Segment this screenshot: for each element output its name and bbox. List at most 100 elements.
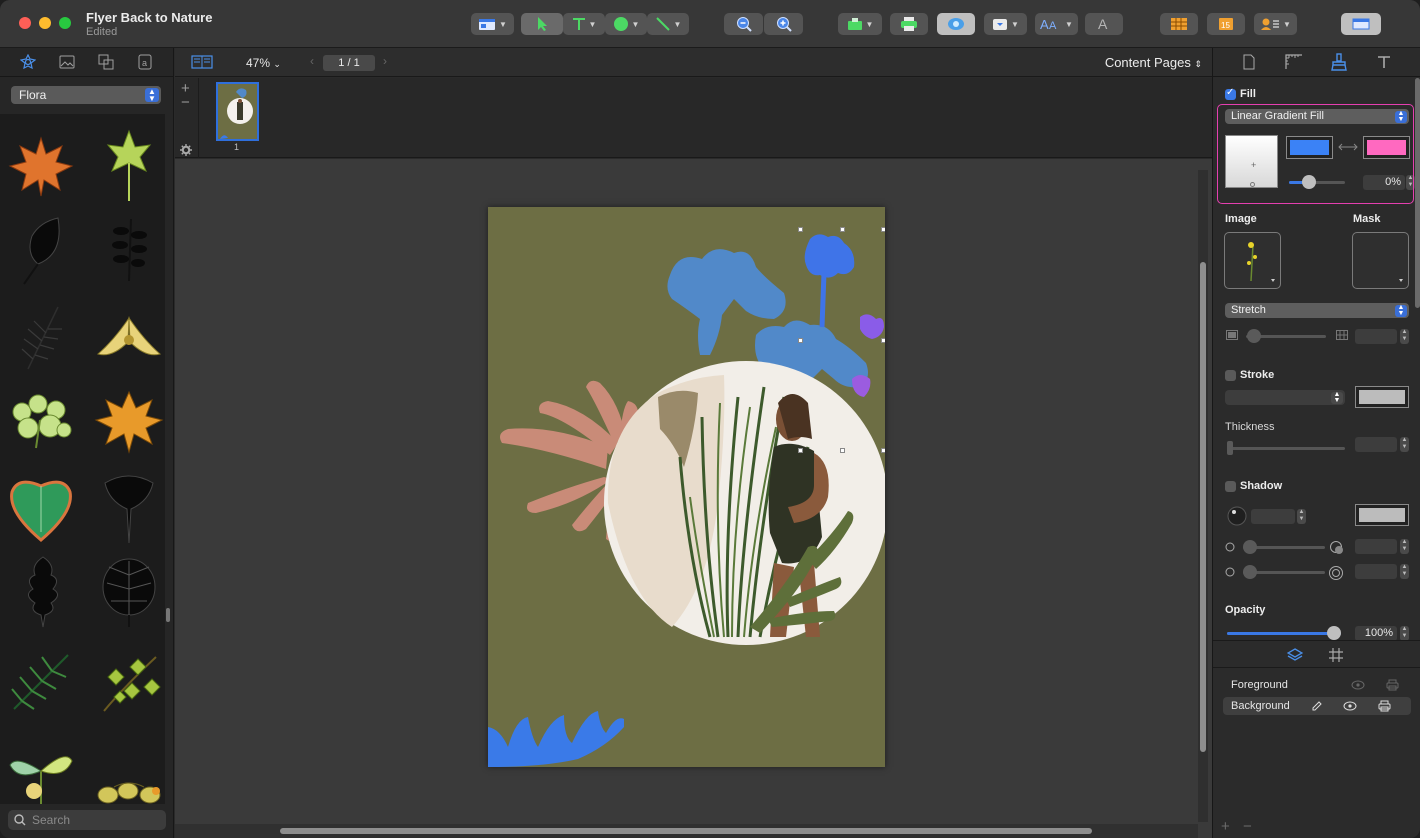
view-mode-button[interactable]: ▼ (471, 13, 514, 35)
shadow-angle-stepper[interactable]: ▲ ▼ (1297, 509, 1306, 524)
library-item-maple-leaf[interactable] (6, 128, 76, 204)
library-item-green-coral[interactable] (6, 384, 76, 460)
library-item-yellow-mix[interactable] (94, 732, 164, 804)
shadow-offset-stepper[interactable]: ▲ ▼ (1400, 539, 1409, 554)
visibility-eye-icon[interactable] (1351, 680, 1365, 690)
library-item-green-ivy[interactable] (94, 644, 164, 720)
image-scale-stepper[interactable]: ▲ ▼ (1400, 329, 1409, 344)
previous-page-button[interactable]: ‹ (310, 54, 314, 68)
library-item-dark-fern[interactable] (8, 300, 78, 376)
shadow-offset-field[interactable] (1355, 539, 1397, 554)
page-indicator[interactable]: 1 / 1 (323, 55, 375, 71)
shadow-offset-knob[interactable] (1243, 540, 1257, 554)
table-button[interactable] (1160, 13, 1198, 35)
printer-icon[interactable] (1378, 700, 1391, 712)
printer-icon[interactable] (1386, 679, 1399, 691)
grid-icon[interactable] (1328, 647, 1344, 663)
category-select[interactable]: Flora ▲ ▼ (11, 86, 161, 104)
image-mode-select[interactable]: Stretch ▲ ▼ (1225, 303, 1409, 318)
flora-tab[interactable] (19, 53, 37, 71)
selection-handle[interactable] (881, 227, 885, 232)
selection-handle[interactable] (798, 227, 803, 232)
calendar-button[interactable]: 15 (1207, 13, 1245, 35)
pencil-icon[interactable] (1311, 700, 1323, 712)
shadow-checkbox[interactable] (1225, 481, 1236, 492)
library-item-yellow-seed[interactable] (94, 300, 164, 376)
contacts-button[interactable]: ▼ (1254, 13, 1297, 35)
media-button[interactable]: ▼ (984, 13, 1027, 35)
library-item-orange-leaf[interactable] (94, 384, 164, 460)
mask-well[interactable] (1352, 232, 1409, 289)
thickness-stepper[interactable]: ▲ ▼ (1400, 437, 1409, 452)
library-item-black-fern[interactable] (94, 212, 164, 288)
opacity-field[interactable]: 100% (1355, 626, 1397, 641)
layout-inspector-tab[interactable] (1284, 52, 1304, 72)
text-tool-button[interactable]: ▼ (563, 13, 605, 35)
library-item-green-heart-leaf[interactable] (6, 470, 76, 546)
shadow-angle-dial-icon[interactable] (1227, 506, 1247, 526)
document-inspector-tab[interactable] (1239, 52, 1259, 72)
gear-icon[interactable] (180, 144, 192, 156)
remove-page-button[interactable]: − (181, 94, 190, 111)
library-item-black-leaf[interactable] (8, 212, 78, 288)
stroke-color-well[interactable] (1355, 386, 1409, 408)
shadow-blur-stepper[interactable]: ▲ ▼ (1400, 564, 1409, 579)
line-tool-button[interactable]: ▼ (647, 13, 689, 35)
flyer-page[interactable] (488, 207, 885, 767)
thickness-slider[interactable] (1229, 447, 1345, 450)
panel-toggle-button[interactable] (1341, 13, 1381, 35)
shadow-color-well[interactable] (1355, 504, 1409, 526)
thickness-field[interactable] (1355, 437, 1397, 452)
style-inspector-tab[interactable] (1329, 52, 1349, 72)
selection-handle[interactable] (840, 448, 845, 453)
canvas-vertical-scrollbar[interactable] (1198, 170, 1208, 822)
page-thumbnail[interactable] (216, 82, 259, 141)
shadow-angle-field[interactable] (1251, 509, 1295, 524)
stroke-checkbox[interactable] (1225, 370, 1236, 381)
shadow-blur-field[interactable] (1355, 564, 1397, 579)
layer-row-foreground[interactable]: Foreground (1223, 676, 1411, 694)
library-item-black-round-leaf[interactable] (94, 554, 164, 630)
selection-handle[interactable] (840, 227, 845, 232)
remove-layer-button[interactable]: − (1243, 818, 1252, 835)
selection-handle[interactable] (881, 448, 885, 453)
layer-row-background[interactable]: Background (1223, 697, 1411, 715)
library-item-ginkgo-sprout[interactable] (94, 128, 164, 204)
library-scrollbar[interactable] (166, 608, 170, 622)
selection-handle[interactable] (881, 338, 885, 343)
text-inspector-tab[interactable] (1374, 52, 1394, 72)
minimize-window-button[interactable] (39, 17, 51, 29)
shapes-tab[interactable] (97, 53, 115, 71)
add-layer-button[interactable]: + (1221, 818, 1230, 835)
inspector-scrollbar[interactable] (1415, 78, 1420, 308)
canvas-horizontal-scrollbar[interactable] (175, 824, 1198, 838)
pointer-tool-button[interactable] (521, 13, 563, 35)
content-pages-menu[interactable]: Content Pages ⇕ (1105, 55, 1202, 70)
font-button[interactable]: A (1085, 13, 1123, 35)
next-page-button[interactable]: › (383, 54, 387, 68)
zoom-level-menu[interactable]: 47% ⌄ (246, 56, 281, 70)
layers-icon[interactable] (1287, 647, 1303, 663)
shadow-blur-knob[interactable] (1243, 565, 1257, 579)
library-item-black-ginkgo[interactable] (94, 470, 164, 546)
shape-tool-button[interactable]: ▼ (605, 13, 647, 35)
opacity-slider[interactable] (1227, 632, 1341, 635)
zoom-out-button[interactable] (724, 13, 763, 35)
opacity-slider-knob[interactable] (1327, 626, 1341, 640)
horizontal-scroll-thumb[interactable] (280, 828, 1092, 834)
library-search-field[interactable]: Search (8, 810, 166, 830)
zoom-window-button[interactable] (59, 17, 71, 29)
thickness-knob[interactable] (1227, 441, 1233, 455)
vertical-scroll-thumb[interactable] (1200, 262, 1206, 752)
close-window-button[interactable] (19, 17, 31, 29)
library-item-sprout[interactable] (6, 732, 76, 804)
visibility-eye-icon[interactable] (1343, 701, 1357, 711)
image-scale-knob[interactable] (1247, 329, 1261, 343)
preview-button[interactable] (937, 13, 975, 35)
selection-handle[interactable] (798, 338, 803, 343)
stroke-style-select[interactable]: ▲ ▼ (1225, 390, 1345, 405)
image-tab[interactable] (58, 53, 76, 71)
image-scale-field[interactable] (1355, 329, 1397, 344)
print-button[interactable] (890, 13, 928, 35)
text-style-button[interactable]: AA ▼ (1035, 13, 1078, 35)
